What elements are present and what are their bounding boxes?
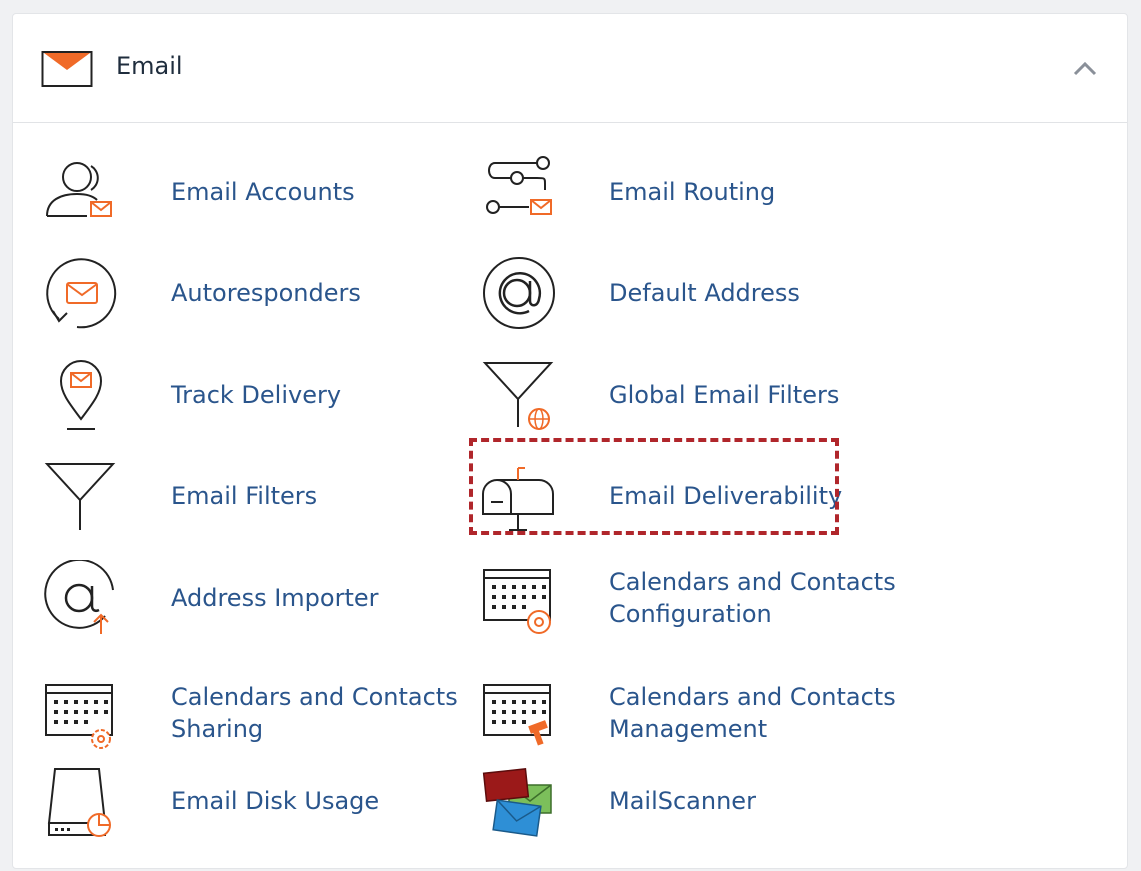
calendar-sharing-icon xyxy=(43,675,119,751)
email-routing-icon xyxy=(481,154,557,230)
item-label: Email Disk Usage xyxy=(171,787,380,815)
item-global-email-filters[interactable]: Global Email Filters xyxy=(481,350,881,440)
global-email-filters-icon xyxy=(481,357,557,433)
item-address-importer[interactable]: Address Importer xyxy=(43,553,443,643)
item-label: Global Email Filters xyxy=(609,381,840,409)
item-calendars-config[interactable]: Calendars and Contacts Configuration xyxy=(481,553,896,643)
track-delivery-icon xyxy=(43,357,119,433)
email-section-panel: Email Email Accounts Email Routing Autor… xyxy=(12,13,1128,869)
item-calendars-management[interactable]: Calendars and Contacts Management xyxy=(481,668,896,758)
item-label: Calendars and Contacts Sharing xyxy=(171,683,458,743)
mailscanner-icon xyxy=(481,763,557,839)
section-header[interactable]: Email xyxy=(13,14,1127,123)
item-label: Track Delivery xyxy=(171,381,342,409)
email-accounts-icon xyxy=(43,154,119,230)
item-label: Address Importer xyxy=(171,584,379,612)
item-label: Autoresponders xyxy=(171,279,361,307)
item-label: MailScanner xyxy=(609,787,756,815)
chevron-up-icon[interactable] xyxy=(1073,60,1097,80)
email-disk-usage-icon xyxy=(43,763,119,839)
default-address-icon xyxy=(481,255,557,331)
item-mailscanner[interactable]: MailScanner xyxy=(481,756,881,846)
item-label: Email Routing xyxy=(609,178,776,206)
item-label: Calendars and Contacts Management xyxy=(609,683,896,743)
item-label: Email Accounts xyxy=(171,178,355,206)
item-email-filters[interactable]: Email Filters xyxy=(43,451,443,541)
envelope-icon xyxy=(41,50,93,92)
item-label: Calendars and Contacts Configuration xyxy=(609,568,896,628)
highlight-box xyxy=(469,438,839,535)
email-filters-icon xyxy=(43,458,119,534)
address-importer-icon xyxy=(43,558,119,636)
autoresponders-icon xyxy=(43,255,119,331)
item-email-routing[interactable]: Email Routing xyxy=(481,147,881,237)
item-email-disk-usage[interactable]: Email Disk Usage xyxy=(43,756,443,846)
item-label: Default Address xyxy=(609,279,800,307)
item-label: Email Filters xyxy=(171,482,318,510)
item-calendars-sharing[interactable]: Calendars and Contacts Sharing xyxy=(43,668,458,758)
calendar-config-icon xyxy=(481,560,557,636)
item-track-delivery[interactable]: Track Delivery xyxy=(43,350,443,440)
item-email-accounts[interactable]: Email Accounts xyxy=(43,147,443,237)
item-autoresponders[interactable]: Autoresponders xyxy=(43,248,443,338)
calendar-management-icon xyxy=(481,675,557,751)
item-default-address[interactable]: Default Address xyxy=(481,248,881,338)
section-title: Email xyxy=(116,52,183,80)
